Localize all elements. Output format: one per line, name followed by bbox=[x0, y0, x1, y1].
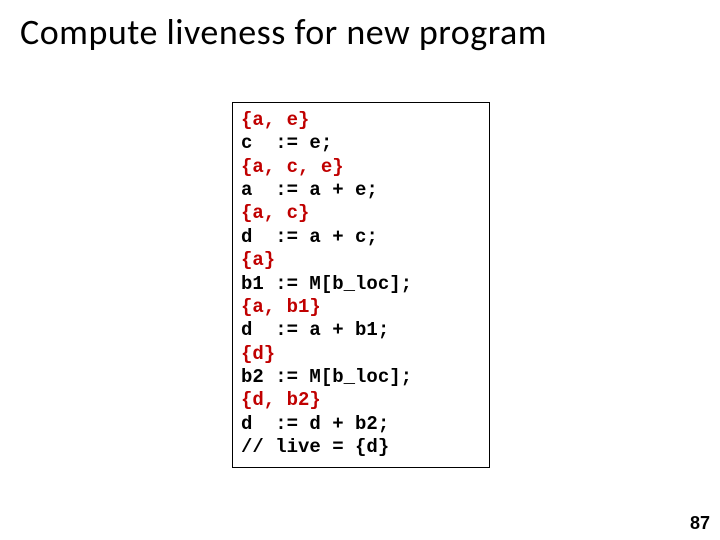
code-line: c := e; bbox=[241, 132, 332, 154]
code-comment: // live = {d} bbox=[241, 436, 389, 458]
code-box: {a, e} c := e; {a, c, e} a := a + e; {a,… bbox=[232, 102, 490, 468]
liveness-set: {a} bbox=[241, 249, 275, 271]
code-line: b1 := M[b_loc]; bbox=[241, 273, 412, 295]
code-line: a := a + e; bbox=[241, 179, 378, 201]
code-line: d := a + c; bbox=[241, 226, 378, 248]
page-number: 87 bbox=[690, 513, 710, 534]
liveness-set: {d, b2} bbox=[241, 389, 321, 411]
liveness-set: {a, e} bbox=[241, 109, 309, 131]
code-line: d := d + b2; bbox=[241, 413, 389, 435]
page-title: Compute liveness for new program bbox=[20, 10, 547, 54]
liveness-set: {a, c} bbox=[241, 202, 309, 224]
code-listing: {a, e} c := e; {a, c, e} a := a + e; {a,… bbox=[241, 109, 481, 459]
code-line: d := a + b1; bbox=[241, 319, 389, 341]
liveness-set: {d} bbox=[241, 343, 275, 365]
liveness-set: {a, b1} bbox=[241, 296, 321, 318]
liveness-set: {a, c, e} bbox=[241, 156, 344, 178]
code-line: b2 := M[b_loc]; bbox=[241, 366, 412, 388]
